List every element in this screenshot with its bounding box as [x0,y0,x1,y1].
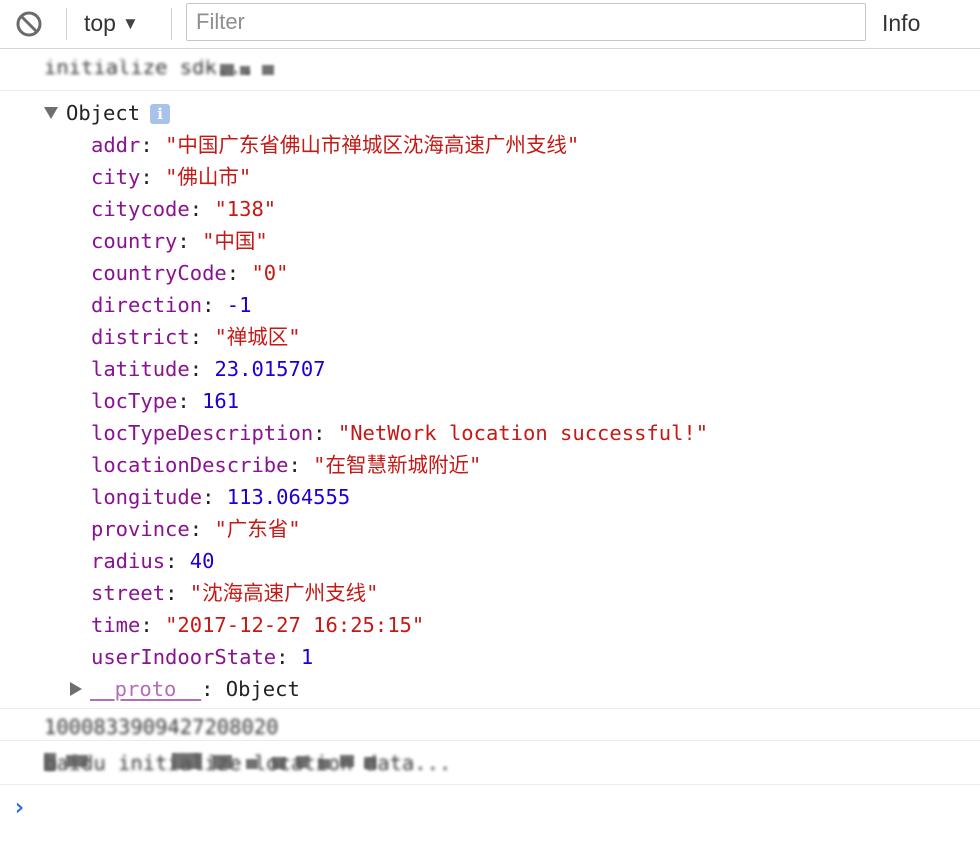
triangle-expanded-icon [44,107,58,119]
property-value: 23.015707 [214,357,326,381]
property-value: "在智慧新城附近" [313,453,482,477]
object-property: country: "中国" [91,229,268,253]
object-property: locationDescribe: "在智慧新城附近" [91,453,482,477]
block-icon [16,11,42,37]
console-message-object: Object i addr: "中国广东省佛山市禅城区沈海高速广州支线" city… [0,91,980,709]
info-icon[interactable]: i [150,104,171,124]
object-property: direction: -1 [91,293,252,317]
property-key: addr [91,133,141,157]
property-key: locType [91,389,178,413]
object-label: Object [66,101,141,125]
property-value: "2017-12-27 16:25:15" [165,613,425,637]
property-value: 113.064555 [226,485,351,509]
console-prompt-icon: › [12,793,27,821]
console-input[interactable] [40,787,960,825]
property-value: "禅城区" [214,325,301,349]
console-toolbar: top ▼ Info [0,0,980,49]
object-property: locType: 161 [91,389,240,413]
object-toggle[interactable]: Object i [44,99,171,127]
proto-toggle[interactable]: __proto__: Object [70,673,300,705]
object-property: locTypeDescription: "NetWork location su… [91,421,709,445]
property-key: city [91,165,141,189]
property-value: "佛山市" [165,165,252,189]
object-property: city: "佛山市" [91,165,252,189]
toolbar-divider [171,8,172,40]
property-key: radius [91,549,166,573]
object-property: countryCode: "0" [91,261,289,285]
chevron-down-icon: ▼ [121,14,139,33]
property-key: countryCode [91,261,227,285]
property-value: "中国" [202,229,268,253]
clear-console-button[interactable] [14,9,44,39]
property-key: street [91,581,166,605]
console-message: 1000833909427208020 [0,709,980,741]
filter-input[interactable] [186,3,866,41]
object-property: province: "广东省" [91,517,301,541]
property-value: 1 [300,645,314,669]
property-value: "广东省" [214,517,301,541]
triangle-collapsed-icon [70,682,82,696]
property-key: citycode [91,197,190,221]
property-key: userIndoorState [91,645,277,669]
object-property: street: "沈海高速广州支线" [91,581,379,605]
property-key: locTypeDescription [91,421,314,445]
property-key: locationDescribe [91,453,289,477]
object-property: latitude: 23.015707 [91,357,326,381]
object-property: district: "禅城区" [91,325,301,349]
context-label: top [84,10,116,36]
property-key: district [91,325,190,349]
object-property: addr: "中国广东省佛山市禅城区沈海高速广州支线" [91,133,580,157]
property-key: province [91,517,190,541]
property-key: country [91,229,178,253]
object-properties: addr: "中国广东省佛山市禅城区沈海高速广州支线" city: "佛山市" … [91,129,708,673]
object-property: userIndoorState: 1 [91,645,314,669]
property-key: latitude [91,357,190,381]
toolbar-divider [66,8,67,40]
property-value: "中国广东省佛山市禅城区沈海高速广州支线" [165,133,580,157]
object-property: citycode: "138" [91,197,277,221]
property-value: 40 [189,549,215,573]
object-property: longitude: 113.064555 [91,485,351,509]
console-message-text: 1000833909427208020 [44,715,279,739]
object-property: time: "2017-12-27 16:25:15" [91,613,425,637]
context-selector[interactable]: top ▼ [84,8,139,38]
property-value: "NetWork location successful!" [337,421,709,445]
property-key: direction [91,293,203,317]
property-value: "0" [251,261,289,285]
property-key: time [91,613,141,637]
console-message: baidu initialize location data... [0,741,980,785]
log-level-selector[interactable]: Info [882,8,920,38]
property-value: "138" [214,197,277,221]
proto-key: __proto__ [90,677,202,701]
property-value: "沈海高速广州支线" [189,581,379,605]
console-message: initialize sdk... [0,49,980,91]
property-value: 161 [202,389,240,413]
property-key: longitude [91,485,203,509]
proto-value: Object [225,677,300,701]
object-property: radius: 40 [91,549,215,573]
property-value: -1 [226,293,252,317]
console-output: initialize sdk... Object i addr: "中国广东省佛山… [0,49,980,866]
